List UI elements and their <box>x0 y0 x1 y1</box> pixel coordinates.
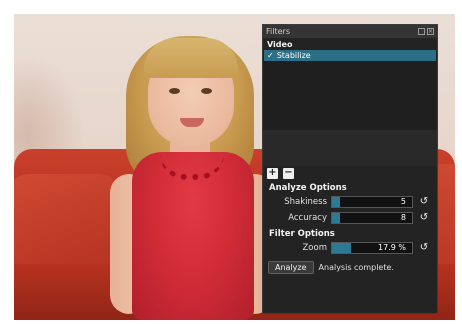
panel-title: Filters <box>266 27 290 36</box>
filter-item-label: Stabilize <box>276 51 311 60</box>
zoom-slider[interactable]: 17.9 % <box>331 242 413 254</box>
reset-zoom-icon[interactable]: ↺ <box>418 242 430 254</box>
shakiness-label: Shakiness <box>284 197 327 207</box>
shakiness-fill <box>332 197 340 207</box>
accuracy-value: 8 <box>400 213 406 222</box>
checkbox-check-icon[interactable]: ✓ <box>267 51 274 60</box>
filters-panel: Filters × Video ✓ Stabilize + − Analyze … <box>262 24 438 314</box>
float-icon[interactable] <box>418 28 425 35</box>
filter-list[interactable]: ✓ Stabilize <box>263 50 437 130</box>
add-filter-button[interactable]: + <box>267 168 278 179</box>
analyze-status: Analysis complete. <box>318 262 394 272</box>
accuracy-slider[interactable]: 8 <box>331 212 413 224</box>
analyze-row: Analyze Analysis complete. <box>263 258 437 276</box>
analyze-options-heading: Analyze Options <box>269 183 347 193</box>
right-eye <box>201 88 212 94</box>
girl-bangs <box>144 38 238 78</box>
reset-shakiness-icon[interactable]: ↺ <box>418 196 430 208</box>
shakiness-slider[interactable]: 5 <box>331 196 413 208</box>
zoom-label: Zoom <box>302 243 327 253</box>
list-spacer <box>263 130 437 166</box>
zoom-fill <box>332 243 352 253</box>
filter-options-heading: Filter Options <box>269 229 335 239</box>
left-eye <box>169 88 180 94</box>
titlebar-icons: × <box>418 28 434 35</box>
accuracy-label: Accuracy <box>288 213 327 223</box>
filter-buttons: + − <box>263 166 437 180</box>
zoom-value: 17.9 % <box>378 243 406 252</box>
zoom-row: Zoom 17.9 % ↺ <box>263 240 437 256</box>
shakiness-row: Shakiness 5 ↺ <box>263 194 437 210</box>
accuracy-row: Accuracy 8 ↺ <box>263 210 437 226</box>
filter-item-stabilize[interactable]: ✓ Stabilize <box>264 50 436 61</box>
close-icon[interactable]: × <box>427 28 434 35</box>
analyze-button[interactable]: Analyze <box>268 260 314 274</box>
accuracy-fill <box>332 213 340 223</box>
shakiness-value: 5 <box>400 197 406 206</box>
remove-filter-button[interactable]: − <box>283 168 294 179</box>
filter-list-header: Video <box>267 40 293 49</box>
panel-titlebar: Filters × <box>263 25 437 38</box>
reset-accuracy-icon[interactable]: ↺ <box>418 212 430 224</box>
